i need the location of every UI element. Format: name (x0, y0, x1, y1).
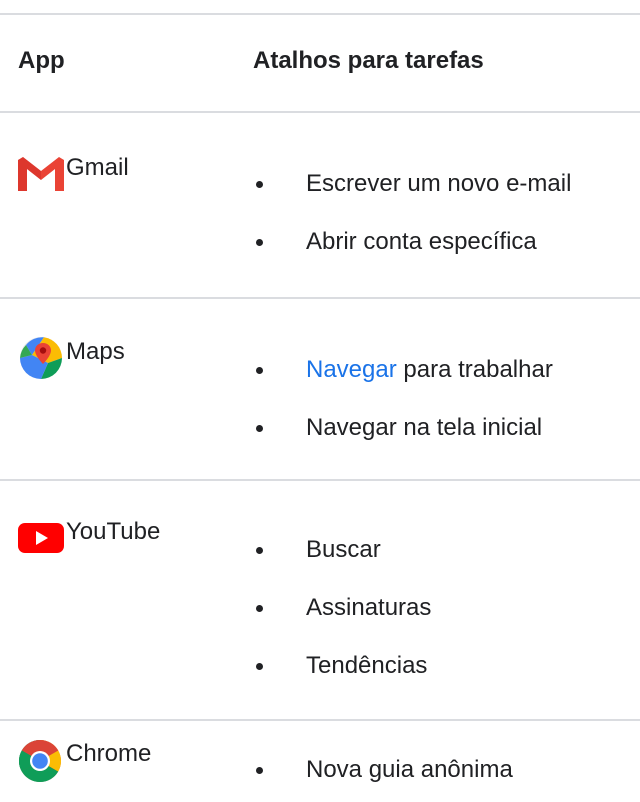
table-row-gmail: Gmail Escrever um novo e-mail Abrir cont… (0, 113, 640, 297)
list-item: Navegar para trabalhar (256, 355, 553, 413)
app-name-youtube: YouTube (66, 518, 161, 545)
list-item: Escrever um novo e-mail (256, 169, 571, 227)
app-name-chrome: Chrome (66, 740, 152, 767)
shortcut-text: Navegar na tela inicial (306, 414, 543, 441)
column-header-shortcuts: Atalhos para tarefas (253, 47, 484, 74)
list-item: Nova guia anônima (256, 755, 513, 802)
shortcut-text: Nova guia anônima (306, 756, 513, 783)
shortcut-text: Buscar (306, 536, 381, 563)
list-item: Navegar na tela inicial (256, 413, 553, 471)
table-row-chrome: Chrome Nova guia anônima (0, 721, 640, 802)
table-row-youtube: YouTube Buscar Assinaturas Tendências (0, 481, 640, 719)
shortcut-list-maps: Navegar para trabalhar Navegar na tela i… (256, 355, 553, 471)
list-item: Buscar (256, 535, 431, 593)
shortcut-list-youtube: Buscar Assinaturas Tendências (256, 535, 431, 709)
bullet-icon (256, 663, 263, 670)
app-cell-maps: Maps (18, 337, 125, 379)
shortcut-text: Assinaturas (306, 594, 432, 621)
navegar-link[interactable]: Navegar (306, 356, 397, 383)
app-cell-chrome: Chrome (18, 739, 152, 783)
shortcut-list-gmail: Escrever um novo e-mail Abrir conta espe… (256, 169, 571, 285)
bullet-icon (256, 547, 263, 554)
gmail-icon (18, 153, 64, 193)
app-cell-youtube: YouTube (18, 517, 160, 557)
bullet-icon (256, 425, 263, 432)
maps-icon (18, 337, 64, 379)
chrome-icon (18, 739, 64, 783)
shortcut-list-chrome: Nova guia anônima (256, 755, 513, 802)
list-item: Tendências (256, 651, 431, 709)
list-item: Abrir conta específica (256, 227, 571, 285)
shortcut-text: Escrever um novo e-mail (306, 170, 572, 197)
list-item: Assinaturas (256, 593, 431, 651)
app-name-gmail: Gmail (66, 154, 129, 181)
table-top-divider (0, 13, 640, 15)
youtube-icon (18, 517, 64, 557)
app-name-maps: Maps (66, 338, 125, 365)
bullet-icon (256, 239, 263, 246)
column-header-app: App (18, 47, 65, 74)
shortcut-text: Tendências (306, 652, 428, 679)
app-cell-gmail: Gmail (18, 153, 129, 193)
shortcut-text: para trabalhar (396, 356, 553, 383)
shortcut-text: Abrir conta específica (306, 228, 537, 255)
bullet-icon (256, 767, 263, 774)
bullet-icon (256, 605, 263, 612)
bullet-icon (256, 181, 263, 188)
bullet-icon (256, 367, 263, 374)
table-row-maps: Maps Navegar para trabalhar Navegar na t… (0, 299, 640, 479)
shortcuts-table: App Atalhos para tarefas Gmail Escrever … (0, 0, 640, 802)
